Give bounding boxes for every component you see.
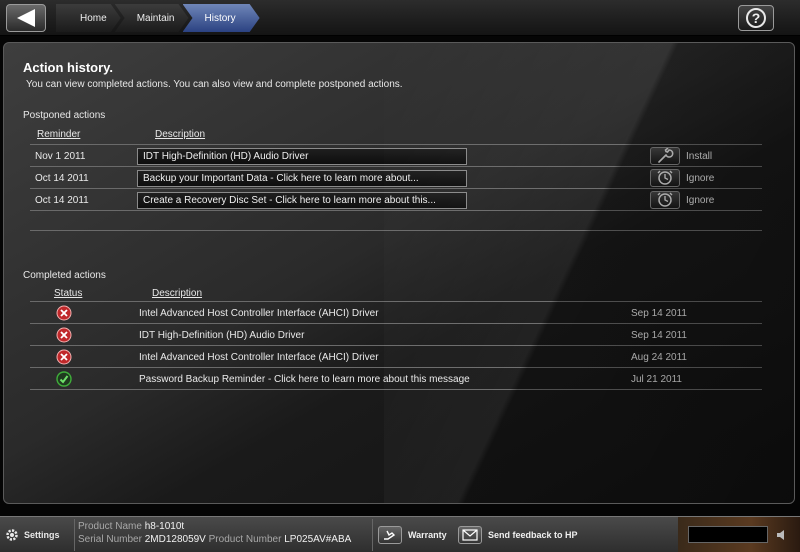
- clock-icon: [657, 170, 673, 185]
- col-description[interactable]: Description: [152, 288, 202, 299]
- divider: [74, 519, 75, 551]
- speaker-icon[interactable]: [776, 528, 790, 542]
- main-panel: Action history. You can view completed a…: [3, 42, 795, 504]
- breadcrumb-history[interactable]: History: [183, 4, 260, 32]
- table-row: Intel Advanced Host Controller Interface…: [30, 302, 762, 324]
- row-date: Sep 14 2011: [631, 329, 687, 341]
- row-date: Aug 24 2011: [631, 351, 687, 363]
- row-date: Jul 21 2011: [631, 373, 682, 385]
- row-description: Intel Advanced Host Controller Interface…: [139, 307, 379, 319]
- row-date: Sep 14 2011: [631, 307, 687, 319]
- product-info: Product Name h8-1010t Serial Number 2MD1…: [78, 521, 352, 545]
- settings-label: Settings: [24, 530, 60, 540]
- warranty-button[interactable]: Warranty: [378, 517, 447, 552]
- col-description[interactable]: Description: [155, 129, 205, 140]
- feedback-label: Send feedback to HP: [488, 530, 578, 540]
- breadcrumb-maintain[interactable]: Maintain: [115, 4, 189, 32]
- row-action-label: Ignore: [686, 194, 715, 206]
- install-button[interactable]: [650, 147, 680, 165]
- clock-icon: [657, 192, 673, 207]
- completed-section-label: Completed actions: [23, 270, 106, 281]
- hand-icon: [378, 526, 402, 544]
- breadcrumb-home[interactable]: Home: [56, 4, 121, 32]
- error-icon: [56, 305, 72, 321]
- row-description-button[interactable]: Backup your Important Data - Click here …: [137, 170, 467, 187]
- table-row: Oct 14 2011 Backup your Important Data -…: [30, 167, 762, 189]
- row-date: Oct 14 2011: [35, 194, 89, 206]
- back-button[interactable]: [6, 4, 46, 32]
- col-reminder[interactable]: Reminder: [37, 129, 80, 140]
- page-title: Action history.: [23, 60, 114, 75]
- table-row: Oct 14 2011 Create a Recovery Disc Set -…: [30, 189, 762, 211]
- postponed-table: Nov 1 2011 IDT High-Definition (HD) Audi…: [30, 144, 762, 231]
- error-icon: [56, 349, 72, 365]
- table-row: IDT High-Definition (HD) Audio Driver Se…: [30, 324, 762, 346]
- row-description-link[interactable]: Password Backup Reminder - Click here to…: [139, 368, 470, 390]
- ignore-button[interactable]: [650, 169, 680, 187]
- table-row-empty: [30, 211, 762, 231]
- gear-icon: [6, 529, 18, 541]
- system-tray: [678, 517, 800, 552]
- row-date: Oct 14 2011: [35, 172, 89, 184]
- row-description-button[interactable]: Create a Recovery Disc Set - Click here …: [137, 192, 467, 209]
- row-action-label: Install: [686, 150, 713, 162]
- col-status[interactable]: Status: [54, 288, 82, 299]
- table-row: Intel Advanced Host Controller Interface…: [30, 346, 762, 368]
- top-bar: Home Maintain History ?: [0, 0, 800, 36]
- row-description: Intel Advanced Host Controller Interface…: [139, 351, 379, 363]
- feedback-button[interactable]: Send feedback to HP: [458, 517, 578, 552]
- row-description-button[interactable]: IDT High-Definition (HD) Audio Driver: [137, 148, 467, 165]
- page-subtitle: You can view completed actions. You can …: [26, 79, 403, 90]
- table-row[interactable]: Password Backup Reminder - Click here to…: [30, 368, 762, 390]
- status-bar: Settings Product Name h8-1010t Serial Nu…: [0, 516, 800, 552]
- back-arrow-icon: [17, 9, 35, 27]
- row-action-label: Ignore: [686, 172, 715, 184]
- row-date: Nov 1 2011: [35, 150, 86, 162]
- table-row: Nov 1 2011 IDT High-Definition (HD) Audi…: [30, 145, 762, 167]
- tray-box: [688, 526, 768, 543]
- wrench-icon: [658, 148, 674, 163]
- error-icon: [56, 327, 72, 343]
- postponed-section-label: Postponed actions: [23, 110, 106, 121]
- help-icon: ?: [746, 8, 766, 28]
- warranty-label: Warranty: [408, 530, 447, 540]
- envelope-icon: [458, 526, 482, 544]
- settings-button[interactable]: Settings: [4, 517, 60, 552]
- completed-table: Intel Advanced Host Controller Interface…: [30, 301, 762, 390]
- help-button[interactable]: ?: [738, 5, 774, 31]
- success-check-icon: [56, 371, 72, 387]
- ignore-button[interactable]: [650, 191, 680, 209]
- breadcrumb: Home Maintain History: [56, 4, 254, 32]
- row-description: IDT High-Definition (HD) Audio Driver: [139, 329, 305, 341]
- divider: [372, 519, 373, 551]
